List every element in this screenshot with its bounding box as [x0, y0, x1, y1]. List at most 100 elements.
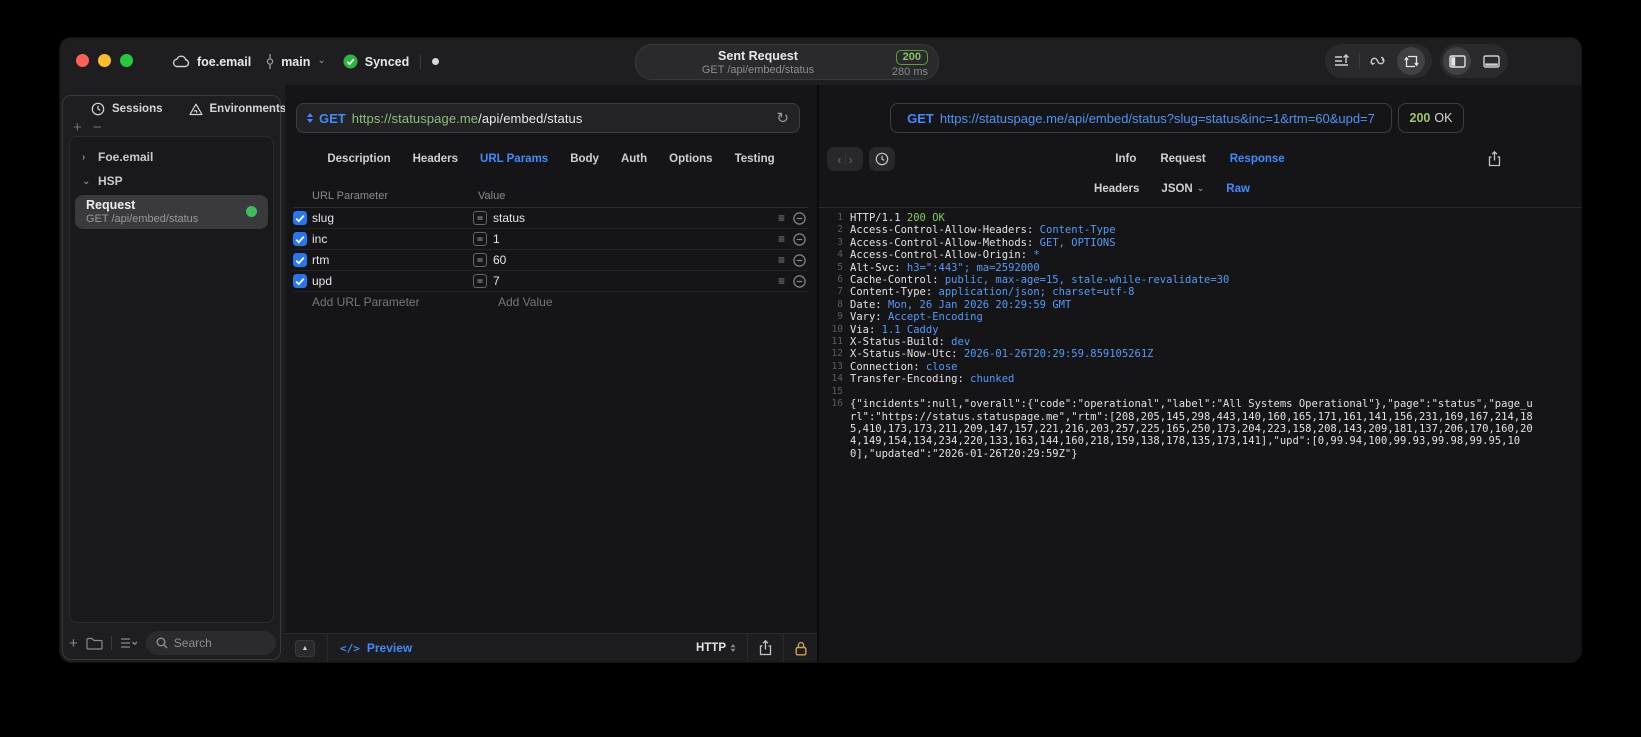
request-tab-description[interactable]: Description: [327, 153, 390, 165]
request-tab-url-params[interactable]: URL Params: [480, 153, 548, 165]
toolbar-group-layout: [1440, 44, 1508, 78]
preview-button[interactable]: </> Preview: [340, 641, 412, 655]
param-row-slug[interactable]: slug = status ≡: [293, 208, 808, 229]
chevron-right-icon: ›: [82, 151, 86, 163]
method-selector-icon[interactable]: [307, 113, 313, 123]
drag-handle-icon[interactable]: ≡: [778, 253, 785, 267]
request-tab-auth[interactable]: Auth: [621, 153, 647, 165]
param-row-upd[interactable]: upd = 7 ≡: [293, 271, 808, 292]
sync-status-label[interactable]: Synced: [365, 55, 409, 69]
request-tab-headers[interactable]: Headers: [413, 153, 458, 165]
collapse-panel-button[interactable]: ▲: [295, 639, 315, 657]
new-folder-icon[interactable]: [86, 637, 103, 650]
request-duration: 280 ms: [891, 66, 928, 78]
param-row-inc[interactable]: inc = 1 ≡: [293, 229, 808, 250]
share-icon[interactable]: [759, 640, 772, 656]
param-checkbox[interactable]: [293, 232, 307, 246]
response-tab-info[interactable]: Info: [1115, 153, 1136, 165]
param-checkbox[interactable]: [293, 274, 307, 288]
request-method[interactable]: GET: [319, 111, 346, 126]
param-name-field[interactable]: inc: [312, 232, 473, 246]
request-tabs: Description Headers URL Params Body Auth Opti…: [285, 147, 817, 171]
request-url-bar[interactable]: GET https://statuspage.me/api/embed/stat…: [296, 103, 800, 133]
param-value-field[interactable]: 7: [493, 274, 778, 288]
add-param-row[interactable]: Add URL Parameter Add Value: [293, 292, 808, 312]
protocol-selector[interactable]: HTTP: [696, 642, 736, 654]
add-request-button[interactable]: +: [69, 635, 78, 652]
param-checkbox[interactable]: [293, 253, 307, 267]
project-name[interactable]: foe.email: [197, 55, 251, 69]
response-panel: GET https://statuspage.me/api/embed/stat…: [817, 85, 1581, 662]
response-url: https://statuspage.me/api/embed/status?s…: [939, 110, 1375, 126]
request-tab-options[interactable]: Options: [669, 153, 712, 165]
request-tab-body[interactable]: Body: [570, 153, 599, 165]
response-url-box[interactable]: GET https://statuspage.me/api/embed/stat…: [890, 103, 1392, 133]
equals-icon: =: [473, 253, 487, 267]
reload-icon[interactable]: ↻: [776, 109, 789, 127]
response-line: 15: [821, 386, 1575, 398]
add-param-placeholder[interactable]: Add URL Parameter: [293, 295, 478, 309]
tab-environments[interactable]: Environments: [188, 103, 286, 116]
param-name-field[interactable]: rtm: [312, 253, 473, 267]
list-options-icon[interactable]: [120, 637, 138, 649]
zoom-window-button[interactable]: [120, 54, 133, 67]
close-window-button[interactable]: [76, 54, 89, 67]
environments-icon: [188, 103, 203, 116]
branch-name[interactable]: main: [281, 55, 310, 69]
response-line: 6 Cache-Control: public, max-age=15, stal…: [821, 274, 1575, 286]
remove-param-icon[interactable]: [793, 274, 806, 288]
response-tab-request[interactable]: Request: [1160, 153, 1205, 165]
response-subtab-json[interactable]: JSON ⌄: [1161, 183, 1204, 196]
param-name-field[interactable]: upd: [312, 274, 473, 288]
add-value-placeholder[interactable]: Add Value: [478, 295, 553, 309]
lock-icon[interactable]: [795, 641, 807, 656]
synced-check-icon: [343, 54, 358, 69]
sync-arrows-icon[interactable]: [1360, 44, 1394, 78]
remove-session-button[interactable]: −: [93, 120, 102, 135]
response-line: 5 Alt-Svc: h3=":443"; ma=2592000: [821, 262, 1575, 274]
tree-group-foe-email[interactable]: › Foe.email: [70, 145, 273, 169]
minimize-window-button[interactable]: [98, 54, 111, 67]
tab-sessions[interactable]: Sessions: [91, 102, 163, 116]
drag-handle-icon[interactable]: ≡: [778, 232, 785, 246]
chevron-down-icon[interactable]: ⌄: [317, 55, 325, 66]
sidebar: Sessions Environments + − › Foe.email ⌄: [62, 95, 286, 660]
search-icon: [156, 637, 168, 649]
app-window: foe.email main ⌄ Synced Sent Request GET…: [60, 38, 1581, 662]
sent-request-title: Sent Request: [718, 49, 798, 63]
request-list-item-selected[interactable]: Request GET /api/embed/status: [75, 195, 268, 229]
sent-request-subtitle: GET /api/embed/status: [701, 64, 815, 76]
response-subtab-raw[interactable]: Raw: [1226, 183, 1250, 195]
response-tab-response[interactable]: Response: [1230, 153, 1285, 165]
remove-param-icon[interactable]: [793, 232, 806, 246]
response-subtab-headers[interactable]: Headers: [1094, 183, 1139, 195]
request-tab-testing[interactable]: Testing: [735, 153, 775, 165]
titlebar-divider: [420, 54, 422, 69]
remove-param-icon[interactable]: [793, 253, 806, 267]
param-row-rtm[interactable]: rtm = 60 ≡: [293, 250, 808, 271]
param-value-field[interactable]: status: [493, 211, 778, 225]
param-checkbox[interactable]: [293, 211, 307, 225]
response-line: 11 X-Status-Build: dev: [821, 336, 1575, 348]
chevron-down-icon: ⌄: [82, 175, 91, 187]
remove-param-icon[interactable]: [793, 211, 806, 225]
sort-list-icon[interactable]: [1325, 44, 1359, 78]
add-session-button[interactable]: +: [73, 120, 82, 135]
request-status-pill: Sent Request GET /api/embed/status 200 2…: [635, 44, 939, 80]
param-value-field[interactable]: 1: [493, 232, 778, 246]
param-name-field[interactable]: slug: [312, 211, 473, 225]
protocol-updown-icon: [730, 644, 736, 652]
response-line: 16 {"incidents":null,"overall":{"code":"o…: [821, 398, 1575, 460]
toggle-sidebar-icon[interactable]: [1440, 44, 1474, 78]
sidebar-search-input[interactable]: Search: [145, 631, 276, 655]
param-value-field[interactable]: 60: [493, 253, 778, 267]
send-receive-panel-icon[interactable]: [1394, 44, 1428, 78]
response-line: 9 Vary: Accept-Encoding: [821, 311, 1575, 323]
branch-icon: [266, 54, 274, 69]
drag-handle-icon[interactable]: ≡: [778, 211, 785, 225]
drag-handle-icon[interactable]: ≡: [778, 274, 785, 288]
tree-group-hsp[interactable]: ⌄ HSP: [70, 169, 273, 193]
toggle-bottom-panel-icon[interactable]: [1474, 44, 1508, 78]
export-response-icon[interactable]: [1488, 147, 1501, 171]
response-line: 14 Transfer-Encoding: chunked: [821, 373, 1575, 385]
